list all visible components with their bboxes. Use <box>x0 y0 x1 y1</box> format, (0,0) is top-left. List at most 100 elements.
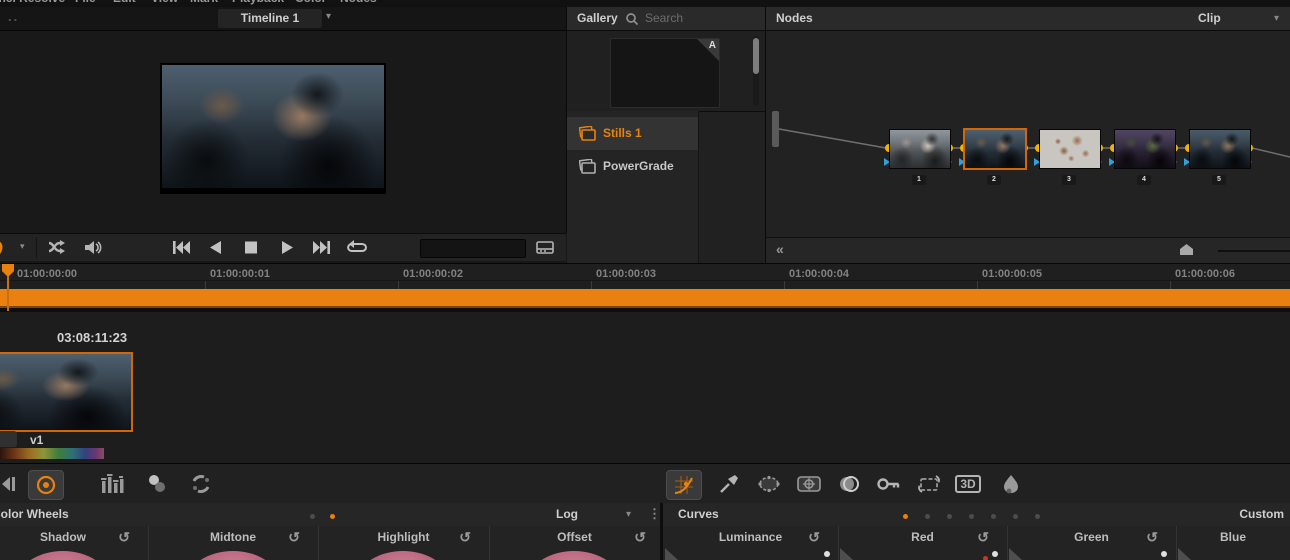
menu-nodes[interactable]: Nodes <box>340 0 377 5</box>
color-wheels-icon[interactable] <box>28 470 64 500</box>
reset-icon[interactable]: ↺ <box>977 529 989 546</box>
panel-grip-icon[interactable]: .. <box>8 9 19 24</box>
node-graph[interactable]: 1 2 3 4 5 <box>766 31 1290 237</box>
page-dot[interactable] <box>1013 514 1018 519</box>
nodes-mode-selector[interactable]: Clip <box>1198 11 1221 25</box>
viewer-tool-icon[interactable] <box>0 238 16 257</box>
viewer-header: .. Timeline 1 ▾ <box>0 7 566 31</box>
page-dot-active[interactable] <box>903 514 908 519</box>
reset-icon[interactable]: ↺ <box>288 529 300 546</box>
timeline-selector[interactable]: Timeline 1 <box>218 9 322 28</box>
current-clip-thumbnail[interactable] <box>0 352 133 432</box>
green-column: Green ↺ <box>1007 526 1177 560</box>
power-window-icon[interactable] <box>752 470 786 498</box>
red-column: Red ↺ <box>838 526 1008 560</box>
menu-file[interactable]: File <box>75 0 96 5</box>
palette-toolbar: 3D <box>0 463 1290 504</box>
node-1[interactable] <box>889 129 951 169</box>
stills-album-icon <box>579 126 596 141</box>
audio-mute-icon[interactable] <box>82 238 104 257</box>
timeline-clip-bar[interactable] <box>0 289 1290 308</box>
blue-curve[interactable] <box>1178 548 1191 560</box>
page-dot[interactable] <box>310 514 315 519</box>
ruler-timecode: 01:00:00:01 <box>210 268 270 280</box>
menu-playback[interactable]: Playback <box>232 0 284 5</box>
reset-icon[interactable]: ↺ <box>118 529 130 546</box>
gallery-panel: Gallery A Stills 1 <box>567 7 766 263</box>
node-4[interactable] <box>1114 129 1176 169</box>
album-label: PowerGrade <box>603 159 674 173</box>
wheels-mode-selector[interactable]: Log <box>556 507 578 521</box>
chevron-down-icon[interactable]: ▾ <box>1274 13 1279 24</box>
motion-effects-icon[interactable] <box>184 470 218 498</box>
loop-icon[interactable] <box>345 238 367 257</box>
still-thumbnail[interactable]: A <box>610 38 720 108</box>
menu-app[interactable]: DaVinci Resolve <box>0 0 65 5</box>
page-dot[interactable] <box>969 514 974 519</box>
tool-dropdown-icon[interactable]: ▾ <box>20 241 25 252</box>
curve-point[interactable] <box>824 551 830 557</box>
stereo-3d-icon[interactable]: 3D <box>951 470 985 498</box>
gallery-scrollbar[interactable] <box>753 36 759 106</box>
node-number: 2 <box>987 175 1001 185</box>
page-dot-active[interactable] <box>330 514 335 519</box>
curve-point[interactable] <box>1161 551 1167 557</box>
reset-icon[interactable]: ↺ <box>808 529 820 546</box>
divider <box>36 237 37 258</box>
node-2-selected[interactable] <box>963 128 1027 170</box>
rgb-mixer-icon[interactable] <box>140 470 174 498</box>
primary-bars-icon[interactable] <box>95 470 129 498</box>
blue-column: Blue <box>1176 526 1290 560</box>
reset-icon[interactable]: ↺ <box>1146 529 1158 546</box>
sizing-icon[interactable] <box>912 470 946 498</box>
gallery-scrollbar-thumb[interactable] <box>753 38 759 74</box>
reset-icon[interactable]: ↺ <box>634 529 646 546</box>
red-curve[interactable] <box>840 548 853 560</box>
ruler-timecode: 01:00:00:00 <box>17 268 77 280</box>
green-curve[interactable] <box>1009 548 1022 560</box>
chevron-down-icon[interactable]: ▾ <box>626 509 631 520</box>
page-dot[interactable] <box>1035 514 1040 519</box>
luminance-curve[interactable] <box>665 548 678 560</box>
reset-icon[interactable]: ↺ <box>459 529 471 546</box>
album-stills[interactable]: Stills 1 <box>567 117 698 150</box>
play-reverse-button[interactable] <box>205 238 227 257</box>
page-dot[interactable] <box>925 514 930 519</box>
blur-icon[interactable] <box>832 470 866 498</box>
album-powergrade[interactable]: PowerGrade <box>567 150 698 183</box>
curve-point[interactable] <box>992 551 998 557</box>
go-to-start-button[interactable] <box>170 238 192 257</box>
qualifier-icon[interactable] <box>712 470 746 498</box>
dual-screen-icon[interactable] <box>534 238 556 257</box>
timeline-ruler[interactable]: 01:00:00:00 01:00:00:01 01:00:00:02 01:0… <box>0 263 1290 290</box>
node-5[interactable] <box>1189 129 1251 169</box>
clip-flag-chip[interactable] <box>0 431 17 447</box>
play-button[interactable] <box>276 238 298 257</box>
camera-raw-icon[interactable] <box>0 470 20 498</box>
viewer-panel: .. Timeline 1 ▾ <box>0 7 567 233</box>
chevron-down-icon[interactable]: ▾ <box>326 11 331 22</box>
node-zoom-slider[interactable] <box>1218 250 1290 252</box>
menu-color[interactable]: Color <box>295 0 326 5</box>
motion-blur-icon[interactable] <box>994 470 1028 498</box>
node-3[interactable] <box>1039 129 1101 169</box>
node-zoom-slider-thumb[interactable] <box>1180 244 1193 255</box>
search-icon[interactable] <box>625 12 639 26</box>
menu-view[interactable]: View <box>151 0 178 5</box>
search-input[interactable] <box>643 10 757 26</box>
go-to-end-button[interactable] <box>311 238 333 257</box>
clip-grade-strip <box>0 448 104 459</box>
stop-button[interactable] <box>240 238 262 257</box>
tracker-icon[interactable] <box>792 470 826 498</box>
page-dot[interactable] <box>991 514 996 519</box>
collapse-icon[interactable]: « <box>776 241 784 257</box>
page-dot[interactable] <box>947 514 952 519</box>
timecode-input[interactable] <box>420 239 526 258</box>
menu-edit[interactable]: Edit <box>113 0 136 5</box>
curves-mode-selector[interactable]: Custom <box>1239 507 1284 521</box>
red-curve-point[interactable] <box>983 556 988 560</box>
curves-icon[interactable] <box>666 470 702 500</box>
key-icon[interactable] <box>872 470 906 498</box>
unmix-icon[interactable] <box>46 238 68 257</box>
menu-mark[interactable]: Mark <box>190 0 218 5</box>
